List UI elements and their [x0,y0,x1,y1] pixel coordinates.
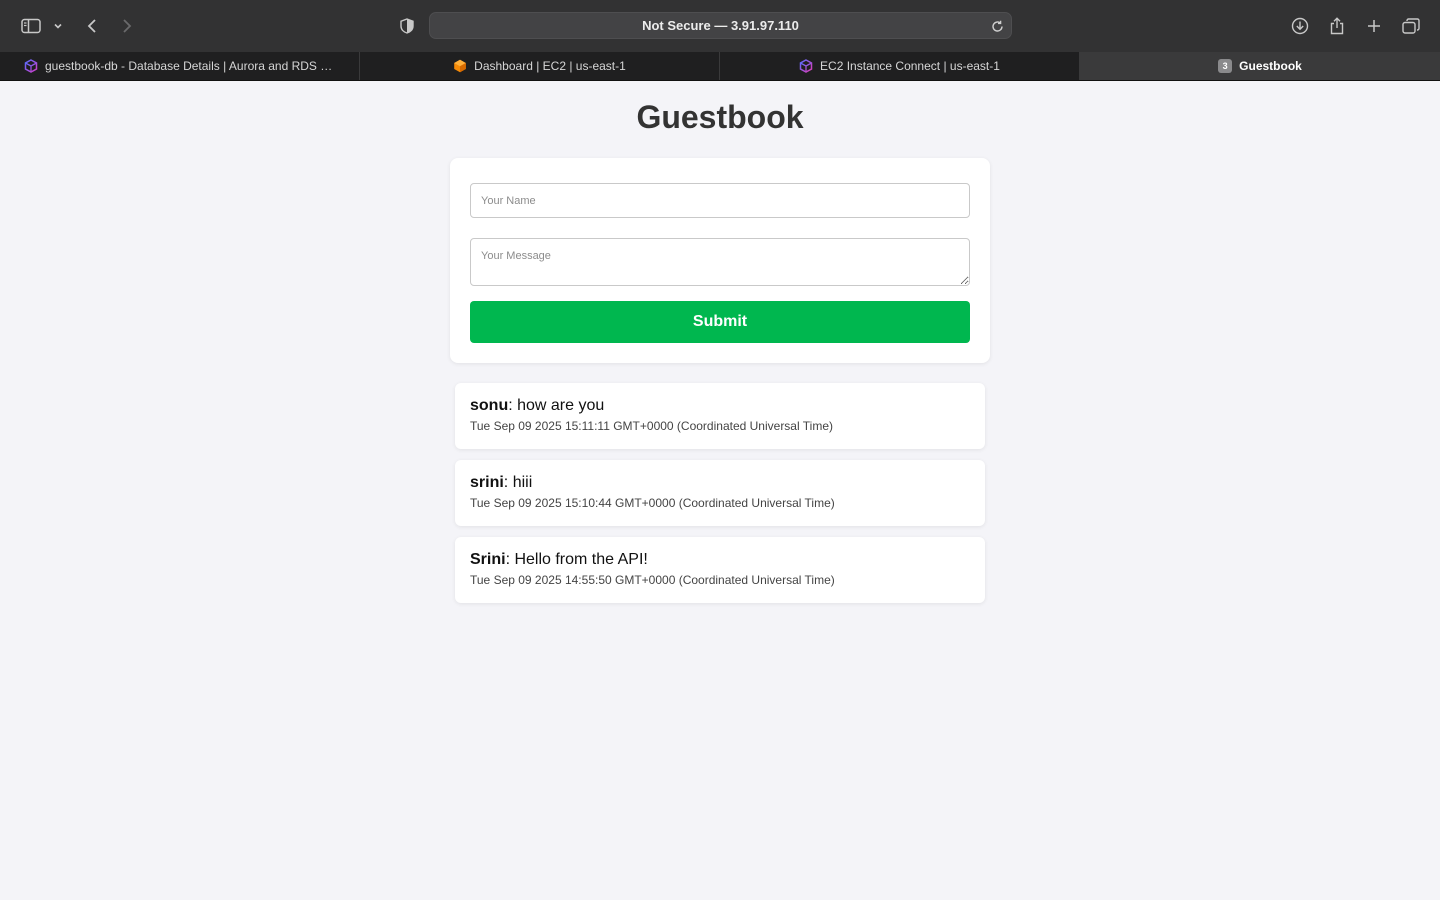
entry-line: srini: hiii [470,474,970,492]
entry-separator: : [503,474,513,491]
entry-timestamp: Tue Sep 09 2025 14:55:50 GMT+0000 (Coord… [470,573,835,587]
entry-timestamp: Tue Sep 09 2025 15:11:11 GMT+0000 (Coord… [470,419,833,433]
page-title: Guestbook [636,99,804,135]
new-tab-plus-icon[interactable] [1365,12,1383,40]
address-bar[interactable]: Not Secure — 3.91.97.110 [429,12,1012,39]
entry-timestamp: Tue Sep 09 2025 15:10:44 GMT+0000 (Coord… [470,496,835,510]
guestbook-page: Guestbook Submit sonu: how are you Tue S… [0,81,1440,900]
reload-icon[interactable] [989,18,1005,34]
aws-ec2-connect-icon [799,59,813,73]
name-input[interactable] [470,183,970,218]
address-text: Not Secure — 3.91.97.110 [642,18,799,33]
chevron-down-icon[interactable] [52,12,64,40]
privacy-shield-icon[interactable] [398,12,416,40]
aws-ec2-icon [453,59,467,73]
numbered-tab-icon: 3 [1218,59,1233,73]
tab-ec2-instance-connect[interactable]: EC2 Instance Connect | us-east-1 [720,52,1080,80]
guestbook-form: Submit [450,158,990,363]
entry-message: Hello from the API! [514,551,648,568]
forward-arrow-icon[interactable] [119,12,135,40]
submit-button[interactable]: Submit [470,301,970,343]
sidebar-toggle-icon[interactable] [20,12,42,40]
tab-guestbook[interactable]: 3 Guestbook [1080,52,1440,80]
message-textarea[interactable] [470,238,970,286]
entry-message: how are you [517,397,605,414]
entry-message: hiii [512,474,533,491]
entry-author: Srini [470,551,506,568]
browser-toolbar: Not Secure — 3.91.97.110 [0,0,1440,52]
tab-label: EC2 Instance Connect | us-east-1 [820,59,1000,73]
aws-rds-icon [24,59,38,73]
entry-card: Srini: Hello from the API! Tue Sep 09 20… [455,537,985,603]
tab-label: Dashboard | EC2 | us-east-1 [474,59,626,73]
tab-label: guestbook-db - Database Details | Aurora… [45,59,335,73]
entry-author: srini [470,474,504,491]
entry-line: Srini: Hello from the API! [470,551,970,569]
entry-card: srini: hiii Tue Sep 09 2025 15:10:44 GMT… [455,460,985,526]
entry-card: sonu: how are you Tue Sep 09 2025 15:11:… [455,383,985,449]
entries-list: sonu: how are you Tue Sep 09 2025 15:11:… [455,383,985,614]
tab-ec2-dashboard[interactable]: Dashboard | EC2 | us-east-1 [360,52,720,80]
share-icon[interactable] [1328,12,1346,40]
tab-bar: guestbook-db - Database Details | Aurora… [0,52,1440,81]
entry-line: sonu: how are you [470,397,970,415]
downloads-icon[interactable] [1290,12,1310,40]
entry-separator: : [508,397,518,414]
tab-guestbook-db[interactable]: guestbook-db - Database Details | Aurora… [0,52,360,80]
back-arrow-icon[interactable] [84,12,100,40]
entry-author: sonu [470,397,509,414]
tab-overview-icon[interactable] [1401,12,1421,40]
tab-label: Guestbook [1239,59,1302,73]
tab-number-badge: 3 [1218,59,1233,73]
